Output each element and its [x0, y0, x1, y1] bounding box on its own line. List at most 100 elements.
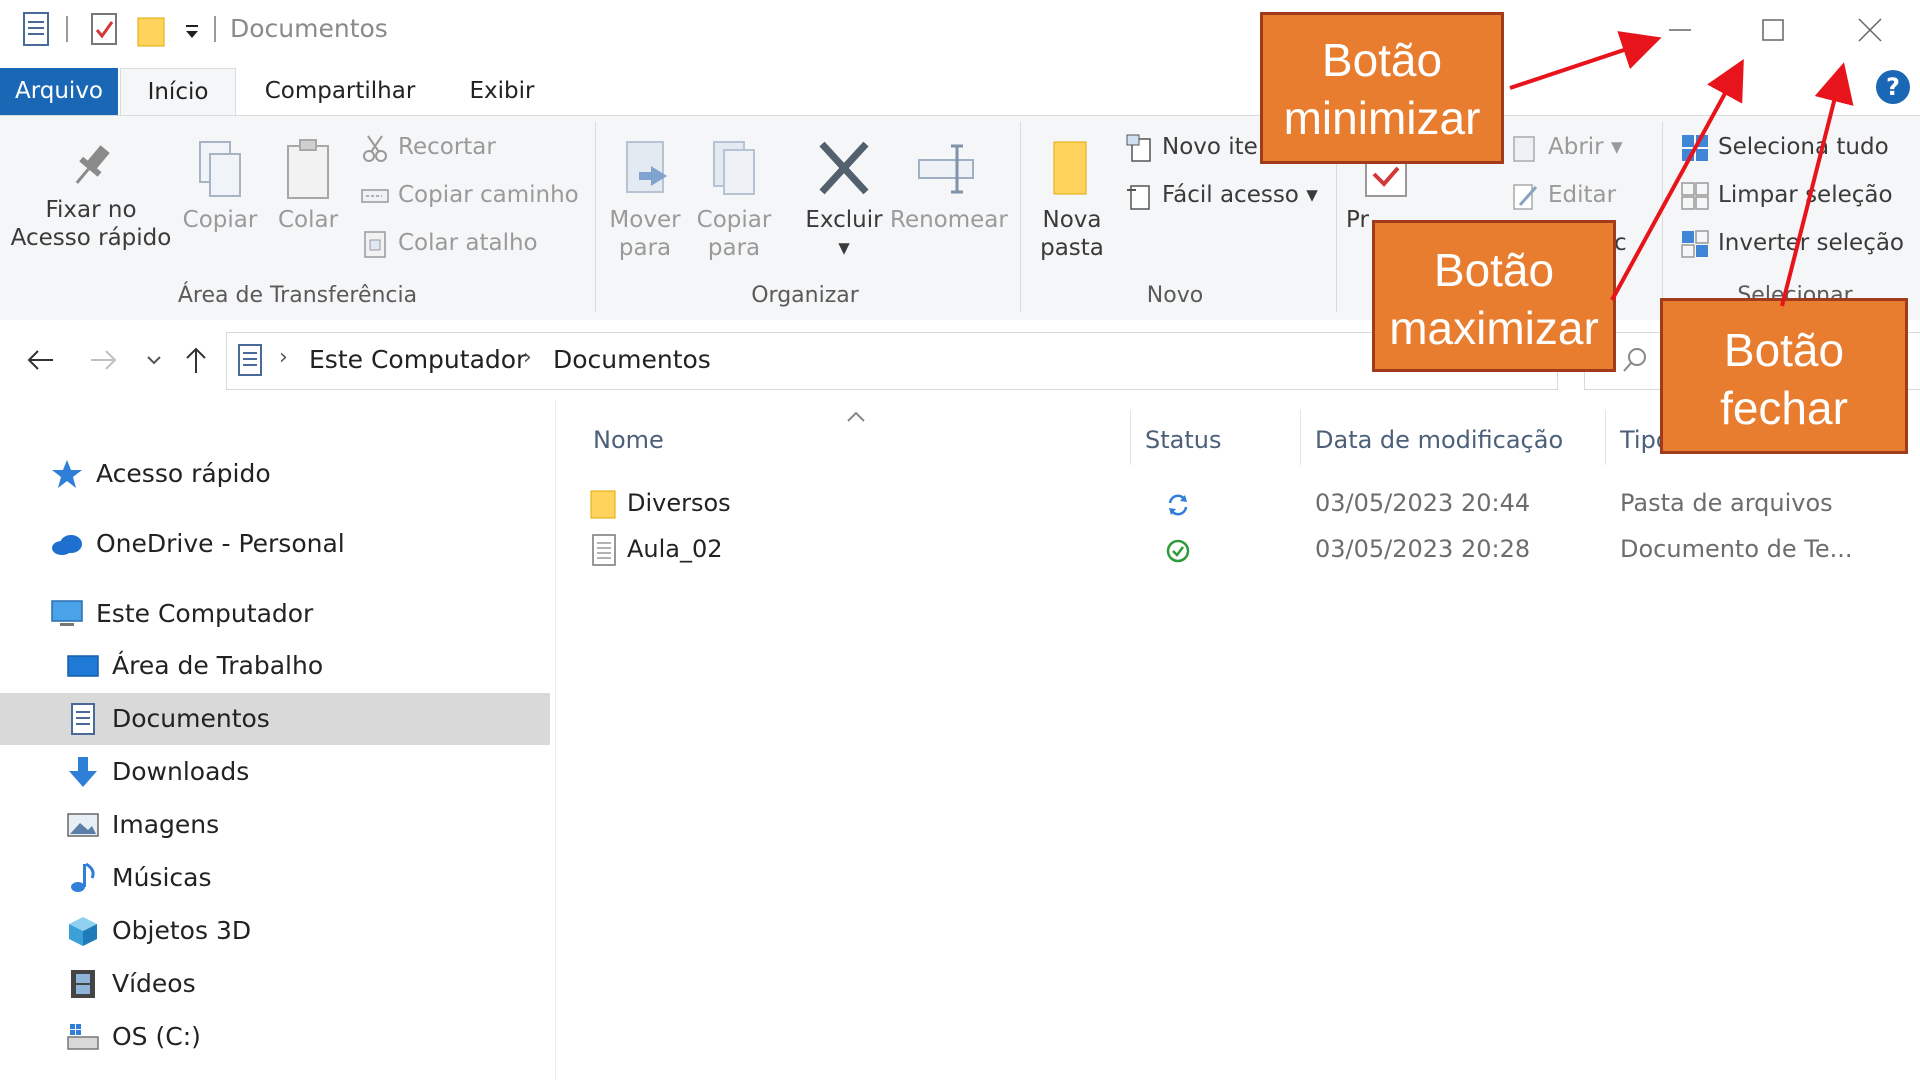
- paste-shortcut-icon: [360, 229, 390, 259]
- file-type: Documento de Te...: [1620, 535, 1853, 563]
- nav-item-label: OS (C:): [112, 1022, 201, 1051]
- group-separator: [1662, 122, 1663, 312]
- nav-item-area-de-trabalho[interactable]: Área de Trabalho: [66, 640, 526, 692]
- new-folder-label-2: pasta: [1040, 235, 1104, 261]
- tab-compartilhar[interactable]: Compartilhar: [252, 68, 428, 116]
- edit-button[interactable]: Editar: [1510, 178, 1616, 212]
- search-icon: [1623, 348, 1646, 372]
- new-item-label: Novo ite: [1162, 134, 1258, 160]
- new-folder-button[interactable]: Nova pasta: [1030, 136, 1114, 262]
- checklist-icon[interactable]: [86, 10, 122, 50]
- folder-icon[interactable]: [134, 10, 170, 50]
- ribbon-tabs: Arquivo Início Compartilhar Exibir: [0, 68, 1920, 117]
- breadcrumb-este-computador[interactable]: Este Computador: [309, 345, 526, 374]
- maximize-icon: [1762, 19, 1784, 41]
- new-item-icon: [1124, 133, 1154, 163]
- music-note-icon: [66, 862, 100, 894]
- address-bar[interactable]: › Este Computador › Documentos: [226, 332, 1558, 390]
- nav-item-objetos-3d[interactable]: Objetos 3D: [66, 905, 526, 957]
- desktop-icon: [66, 650, 100, 682]
- image-icon: [66, 809, 100, 841]
- cut-button[interactable]: Recortar: [360, 130, 496, 164]
- copy-to-button[interactable]: Copiar para: [692, 136, 776, 262]
- customize-toolbar-dropdown-icon[interactable]: [176, 10, 212, 50]
- nav-item-label: OneDrive - Personal: [96, 529, 345, 558]
- easy-access-label: Fácil acesso: [1162, 182, 1299, 208]
- delete-dropdown-icon[interactable]: ▾: [798, 234, 890, 262]
- pin-label-1: Fixar no: [45, 197, 137, 223]
- copy-path-button[interactable]: Copiar caminho: [360, 178, 579, 212]
- film-icon: [66, 968, 100, 1000]
- paste-shortcut-button[interactable]: Colar atalho: [360, 226, 538, 260]
- tab-exibir[interactable]: Exibir: [450, 68, 554, 116]
- invert-selection-icon: [1680, 229, 1710, 259]
- nav-item-label: Acesso rápido: [96, 459, 271, 488]
- nav-item-acesso-rapido[interactable]: Acesso rápido: [50, 448, 530, 500]
- invert-selection-button[interactable]: Inverter seleção: [1680, 226, 1904, 260]
- nav-item-este-computador[interactable]: Este Computador: [50, 588, 530, 640]
- breadcrumb-documentos[interactable]: Documentos: [553, 345, 711, 374]
- nav-item-downloads[interactable]: Downloads: [66, 746, 526, 798]
- organize-group-label: Organizar: [751, 283, 859, 308]
- cloud-icon: [50, 528, 84, 560]
- callout-line1: Botão: [1433, 244, 1555, 296]
- delete-button[interactable]: Excluir ▾: [798, 136, 890, 262]
- nav-item-label: Objetos 3D: [112, 916, 252, 945]
- sync-icon: [1165, 492, 1191, 518]
- breadcrumb-chevron-icon: ›: [523, 345, 532, 370]
- scissors-icon: [360, 133, 390, 163]
- copy-to-icon: [713, 141, 755, 195]
- new-folder-label-1: Nova: [1042, 207, 1102, 233]
- paste-shortcut-label: Colar atalho: [398, 230, 538, 256]
- nav-item-imagens[interactable]: Imagens: [66, 799, 526, 851]
- column-header-data[interactable]: Data de modificação: [1315, 420, 1563, 460]
- paste-button[interactable]: Colar: [270, 136, 346, 234]
- nav-item-musicas[interactable]: Músicas: [66, 852, 526, 904]
- delete-x-icon: [819, 141, 869, 195]
- nav-item-onedrive[interactable]: OneDrive - Personal: [50, 518, 530, 570]
- callout-line2: minimizar: [1283, 92, 1481, 144]
- move-to-button[interactable]: Mover para: [605, 136, 685, 262]
- rename-button[interactable]: Renomear: [890, 136, 1008, 234]
- close-button[interactable]: [1825, 0, 1915, 60]
- column-separator: [1300, 410, 1301, 465]
- pin-quick-access-button[interactable]: Fixar no Acesso rápido: [6, 136, 176, 252]
- nav-item-os-c[interactable]: OS (C:): [66, 1011, 526, 1063]
- nav-item-documentos[interactable]: Documentos: [0, 693, 550, 745]
- minimize-button[interactable]: [1635, 0, 1725, 60]
- select-all-icon: [1680, 133, 1710, 163]
- tab-arquivo[interactable]: Arquivo: [0, 68, 118, 116]
- tab-inicio[interactable]: Início: [120, 68, 236, 117]
- callout-minimizar: Botão minimizar: [1260, 12, 1504, 164]
- properties-doc-icon[interactable]: [18, 10, 54, 50]
- cube-icon: [66, 915, 100, 947]
- select-all-button[interactable]: Seleciona tudo: [1680, 130, 1889, 164]
- easy-access-button[interactable]: Fácil acesso ▾: [1124, 178, 1318, 212]
- help-icon[interactable]: ?: [1876, 70, 1910, 104]
- callout-line1: Botão: [1723, 324, 1845, 376]
- clear-selection-label: Limpar seleção: [1718, 182, 1893, 208]
- clear-selection-button[interactable]: Limpar seleção: [1680, 178, 1893, 212]
- new-item-button[interactable]: Novo ite: [1124, 130, 1258, 164]
- open-button[interactable]: Abrir ▾: [1510, 130, 1623, 164]
- table-row[interactable]: Diversos 03/05/2023 20:44 Pasta de arqui…: [585, 480, 1885, 526]
- maximize-button[interactable]: [1728, 0, 1818, 60]
- up-button[interactable]: [176, 340, 216, 380]
- sort-ascending-icon: [845, 410, 867, 424]
- rename-label: Renomear: [890, 207, 1008, 233]
- column-header-nome[interactable]: Nome: [593, 420, 664, 460]
- nav-item-label: Imagens: [112, 810, 220, 839]
- file-date: 03/05/2023 20:28: [1315, 535, 1531, 563]
- nav-item-videos[interactable]: Vídeos: [66, 958, 526, 1010]
- pin-label-2: Acesso rápido: [10, 225, 172, 251]
- recent-locations-button[interactable]: [134, 340, 174, 380]
- callout-line2: maximizar: [1389, 302, 1599, 354]
- back-button[interactable]: [20, 340, 60, 380]
- table-row[interactable]: Aula_02 03/05/2023 20:28 Documento de Te…: [585, 526, 1885, 572]
- callout-maximizar: Botão maximizar: [1372, 220, 1616, 372]
- minimize-icon: [1669, 29, 1691, 31]
- column-header-status[interactable]: Status: [1145, 420, 1221, 460]
- callout-line2: fechar: [1720, 382, 1848, 434]
- copy-button[interactable]: Copiar: [180, 136, 260, 234]
- forward-button[interactable]: [84, 340, 124, 380]
